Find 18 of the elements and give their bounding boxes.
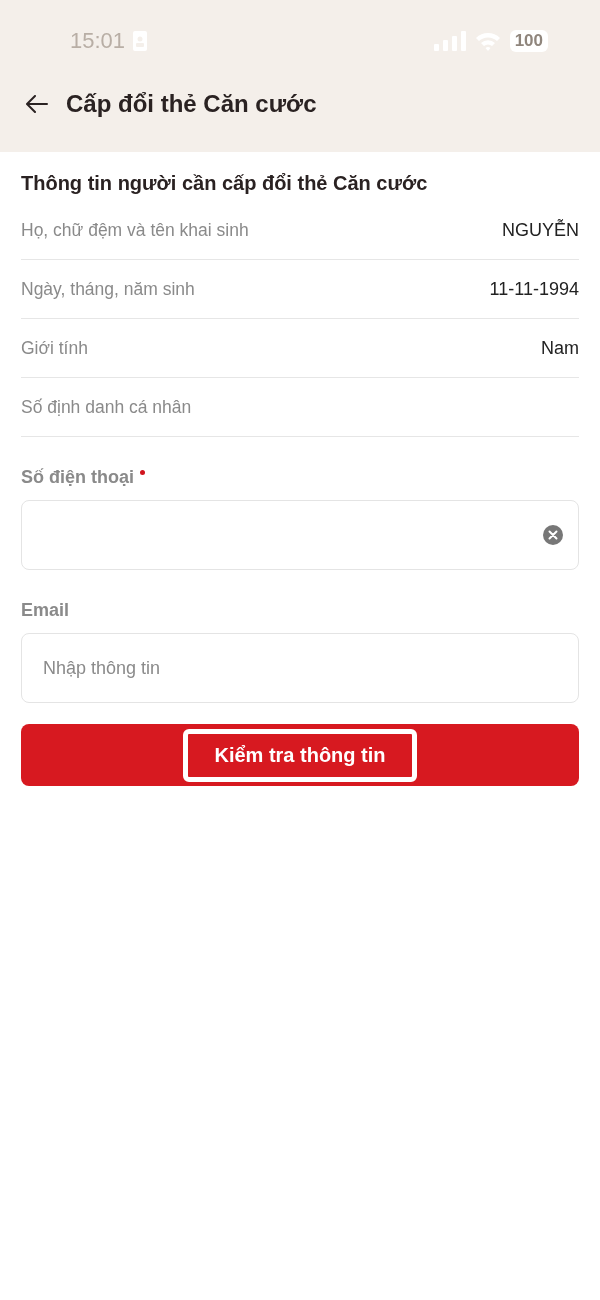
input-field[interactable] <box>21 500 579 570</box>
clear-icon[interactable] <box>543 525 563 545</box>
row-label: Ngày, tháng, năm sinh <box>21 278 195 300</box>
check-info-button[interactable]: Kiểm tra thông tin <box>21 724 579 786</box>
status-time: 15:01 <box>70 28 126 54</box>
row-label: Số định danh cá nhân <box>21 396 192 418</box>
input-field[interactable]: Nhập thông tin <box>21 633 579 703</box>
row-value: 11-11-1994 <box>489 278 579 300</box>
field-label: Email <box>21 600 70 621</box>
row-label: Họ, chữ đệm và tên khai sinh <box>21 219 249 241</box>
battery-indicator: 100 <box>509 30 548 52</box>
field-label: Số điện thoại <box>21 467 134 488</box>
row-value: Nam <box>541 337 579 359</box>
back-arrow-icon[interactable] <box>26 95 48 113</box>
row-label: Giới tính <box>21 337 88 359</box>
section-title: Thông tin người cần cấp đổi thẻ Căn cước <box>21 172 429 195</box>
screen-title: Cấp đổi thẻ Căn cước <box>66 90 317 118</box>
row-value: NGUYỄN <box>502 219 579 241</box>
